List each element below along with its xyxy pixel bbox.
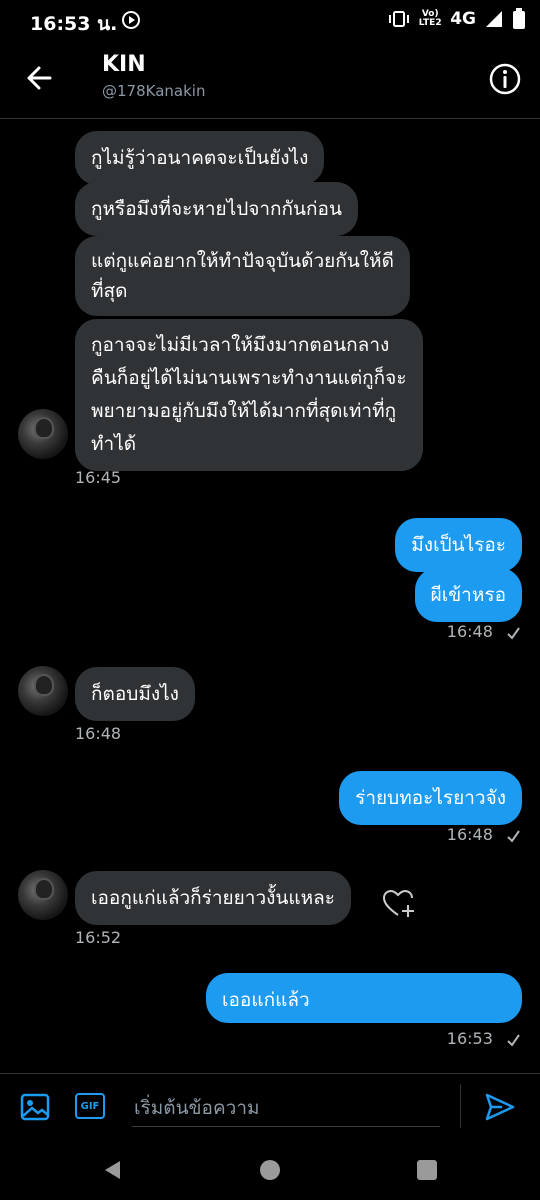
incoming-message[interactable]: กูอาจจะไม่มีเวลาให้มึงมากตอนกลาง คืนก็อย… <box>75 319 423 471</box>
status-time: 16:53 น. <box>30 13 118 35</box>
message-status: 16:48 <box>447 825 520 844</box>
status-bar: 16:53 น. Vo) LTE2 4G <box>0 0 540 40</box>
status-icons: Vo) LTE2 4G <box>388 8 526 30</box>
add-reaction-heart-icon[interactable] <box>382 888 416 920</box>
sent-check-icon <box>507 1033 520 1047</box>
message-timestamp: 16:48 <box>75 724 122 743</box>
conversation-header: KIN @178Kanakin <box>0 40 540 119</box>
outgoing-message[interactable]: ร่ายบทอะไรยาวจัง <box>339 771 522 825</box>
battery-icon <box>513 8 525 29</box>
nav-home-icon[interactable] <box>259 1159 281 1181</box>
vibrate-icon <box>389 11 410 27</box>
contact-avatar[interactable] <box>18 666 68 716</box>
message-timestamp: 16:45 <box>75 468 122 487</box>
message-status: 16:48 <box>447 622 520 641</box>
message-timestamp: 16:48 <box>446 825 493 844</box>
signal-icon <box>486 11 502 27</box>
message-status: 16:53 <box>447 1029 520 1048</box>
contact-avatar[interactable] <box>18 409 68 459</box>
incoming-message[interactable]: เออกูแก่แล้วก็ร่ายยาวงั้นแหละ <box>75 871 351 925</box>
volte-label: Vo) LTE2 <box>418 9 442 28</box>
play-icon <box>122 11 140 29</box>
sent-check-icon <box>507 626 520 640</box>
message-composer: GIF <box>0 1073 540 1138</box>
image-icon[interactable] <box>20 1092 50 1122</box>
outgoing-message[interactable]: มึงเป็นไรอะ <box>395 518 522 572</box>
back-arrow-icon[interactable] <box>22 60 58 96</box>
sent-check-icon <box>507 829 520 843</box>
contact-name[interactable]: KIN <box>102 52 146 77</box>
composer-divider <box>460 1084 461 1128</box>
incoming-message[interactable]: กูไม่รู้ว่าอนาคตจะเป็นยังไง <box>75 131 325 185</box>
outgoing-message[interactable]: ผีเข้าหรอ <box>414 568 522 622</box>
incoming-message[interactable]: กูหรือมึงที่จะหายไปจากกันก่อน <box>75 182 358 236</box>
send-icon[interactable] <box>484 1092 516 1122</box>
incoming-message[interactable]: ก็ตอบมึงไง <box>75 667 195 721</box>
incoming-message[interactable]: แต่กูแค่อยากให้ทำปัจจุบันด้วยกันให้ดี ที… <box>75 236 410 316</box>
network-type: 4G <box>450 9 476 29</box>
contact-handle[interactable]: @178Kanakin <box>102 82 205 100</box>
nav-back-icon[interactable] <box>102 1159 122 1181</box>
gif-button[interactable]: GIF <box>75 1093 105 1119</box>
message-timestamp: 16:52 <box>75 928 122 947</box>
outgoing-message[interactable]: เออแก่แล้ว <box>206 973 522 1023</box>
gif-label: GIF <box>80 1100 100 1112</box>
message-timestamp: 16:48 <box>446 622 493 641</box>
message-input[interactable] <box>132 1090 440 1127</box>
system-navigation-bar <box>0 1137 540 1200</box>
nav-recents-icon[interactable] <box>416 1159 438 1181</box>
info-icon[interactable] <box>488 62 522 96</box>
contact-avatar[interactable] <box>18 870 68 920</box>
message-timestamp: 16:53 <box>446 1029 493 1048</box>
